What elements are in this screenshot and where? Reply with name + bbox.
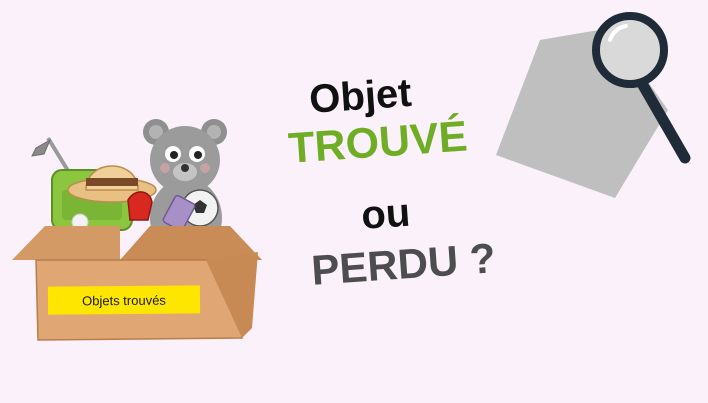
headline-word-ou: ou — [359, 190, 412, 238]
headline-word-objet: Objet — [307, 70, 413, 122]
headline-word-trouve: TROUVÉ — [286, 112, 469, 173]
illustration-stage: Objets trouvés Objet TROUVÉ ou PERDU ? — [0, 0, 708, 403]
lost-and-found-box-illustration — [12, 119, 262, 341]
box-label: Objets trouvés — [47, 285, 201, 315]
headline-word-perdu: PERDU ? — [309, 234, 497, 294]
magnifying-glass-icon — [496, 12, 691, 198]
